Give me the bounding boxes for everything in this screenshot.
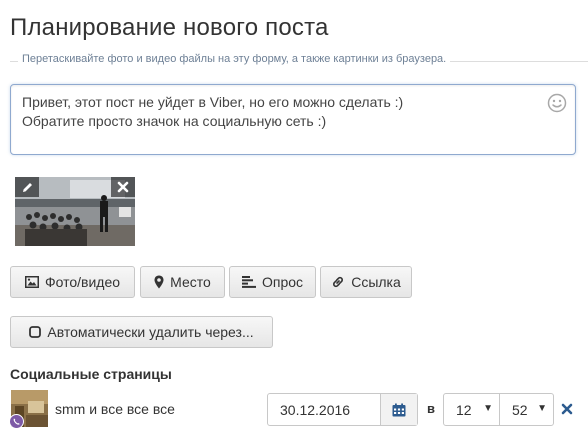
link-label: Ссылка: [351, 274, 401, 290]
social-pages-heading: Социальные страницы: [10, 366, 172, 382]
hour-select[interactable]: 12 ▼: [443, 393, 500, 426]
place-button[interactable]: Место: [140, 266, 225, 298]
auto-delete-button[interactable]: Автоматически удалить через...: [10, 316, 273, 348]
pencil-icon: [22, 182, 32, 192]
hint-text: Перетаскивайте фото и видео файлы на эту…: [18, 53, 451, 65]
poll-button[interactable]: Опрос: [229, 266, 316, 298]
attached-photo: [15, 177, 135, 246]
image-icon: [24, 276, 39, 288]
remove-social-page-button[interactable]: [560, 402, 574, 416]
hour-value: 12: [456, 402, 472, 418]
link-button[interactable]: Ссылка: [320, 266, 412, 298]
close-icon: [561, 403, 573, 415]
publish-date-field[interactable]: 30.12.2016: [267, 393, 418, 426]
checkbox-icon: [29, 326, 42, 338]
calendar-button[interactable]: [380, 394, 417, 425]
page-title: Планирование нового поста: [10, 14, 329, 41]
minute-select[interactable]: 52 ▼: [499, 393, 554, 426]
poll-label: Опрос: [261, 274, 304, 290]
minute-value: 52: [512, 402, 528, 418]
photo-video-button[interactable]: Фото/видео: [10, 266, 135, 298]
auto-delete-label: Автоматически удалить через...: [47, 324, 254, 340]
chevron-down-icon: ▼: [483, 403, 493, 414]
smiley-icon[interactable]: [547, 93, 567, 113]
social-page-name: smm и все все все: [55, 401, 175, 417]
post-text-area[interactable]: Привет, этот пост не уйдет в Viber, но е…: [10, 84, 576, 155]
chevron-down-icon: ▼: [537, 403, 547, 414]
map-marker-icon: [154, 275, 164, 289]
time-at-label: в: [427, 401, 435, 416]
photo-video-label: Фото/видео: [44, 274, 121, 290]
publish-date-value[interactable]: 30.12.2016: [280, 402, 350, 418]
remove-photo-button[interactable]: [111, 177, 135, 197]
close-icon: [117, 181, 129, 193]
edit-photo-button[interactable]: [15, 177, 39, 197]
drop-hint: Перетаскивайте фото и видео файлы на эту…: [10, 53, 588, 69]
poll-bars-icon: [241, 276, 256, 288]
place-label: Место: [170, 274, 211, 290]
post-text[interactable]: Привет, этот пост не уйдет в Viber, но е…: [22, 93, 532, 131]
calendar-icon: [392, 403, 406, 416]
link-icon: [333, 276, 344, 288]
viber-icon: [9, 414, 24, 429]
